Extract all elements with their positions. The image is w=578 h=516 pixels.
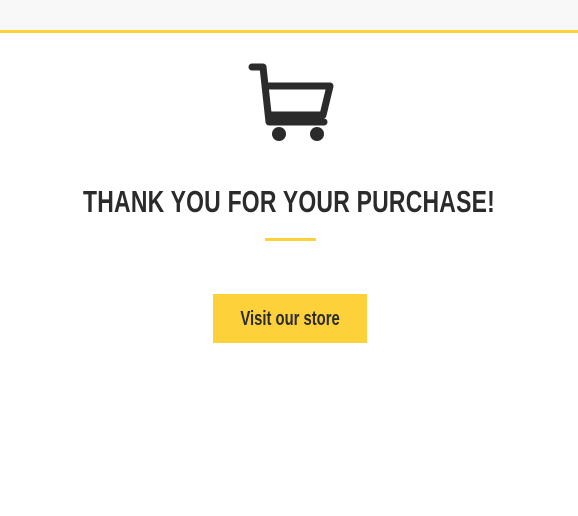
visit-store-button-label: Visit our store	[240, 308, 340, 330]
thank-you-heading: THANK YOU FOR YOUR PURCHASE!	[83, 184, 495, 219]
shopping-cart-icon	[248, 63, 334, 141]
top-bar	[0, 0, 578, 33]
visit-store-button[interactable]: Visit our store	[213, 294, 367, 343]
heading-divider	[265, 238, 316, 241]
